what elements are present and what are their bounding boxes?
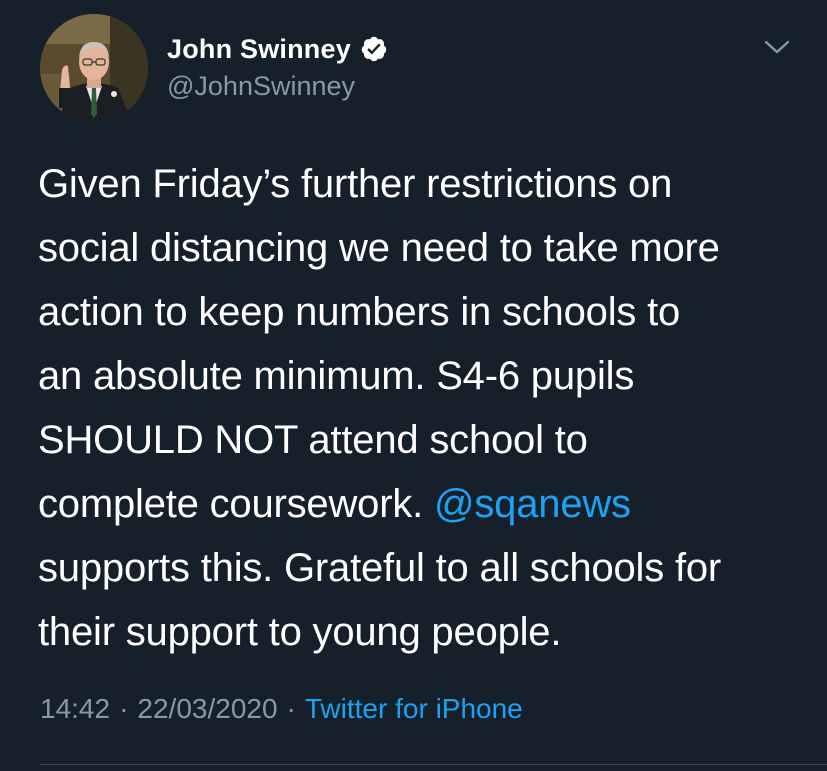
avatar-image (40, 14, 148, 122)
chevron-down-icon[interactable] (762, 36, 792, 58)
display-name[interactable]: John Swinney (167, 34, 351, 65)
tweet-text-part: Given Friday’s further restrictions on s… (38, 162, 720, 526)
tweet-text-part: supports this. Grateful to all schools f… (38, 546, 722, 654)
avatar[interactable] (40, 14, 148, 122)
tweet[interactable]: John Swinney @JohnSwinney Given Friday’s… (0, 0, 827, 771)
author-name-row[interactable]: John Swinney (167, 32, 388, 66)
tweet-source-link[interactable]: Twitter for iPhone (305, 693, 523, 725)
mention-link[interactable]: @sqanews (434, 482, 631, 526)
verified-badge-icon (361, 36, 387, 62)
divider (40, 764, 827, 765)
meta-separator: · (119, 693, 129, 724)
tweet-date: 22/03/2020 (137, 693, 278, 724)
tweet-time: 14:42 (40, 693, 111, 724)
tweet-meta: 14:42 · 22/03/2020 · Twitter for iPhone (40, 693, 523, 725)
tweet-text: Given Friday’s further restrictions on s… (38, 152, 808, 664)
author-handle[interactable]: @JohnSwinney (167, 71, 355, 102)
meta-separator: · (286, 693, 296, 724)
